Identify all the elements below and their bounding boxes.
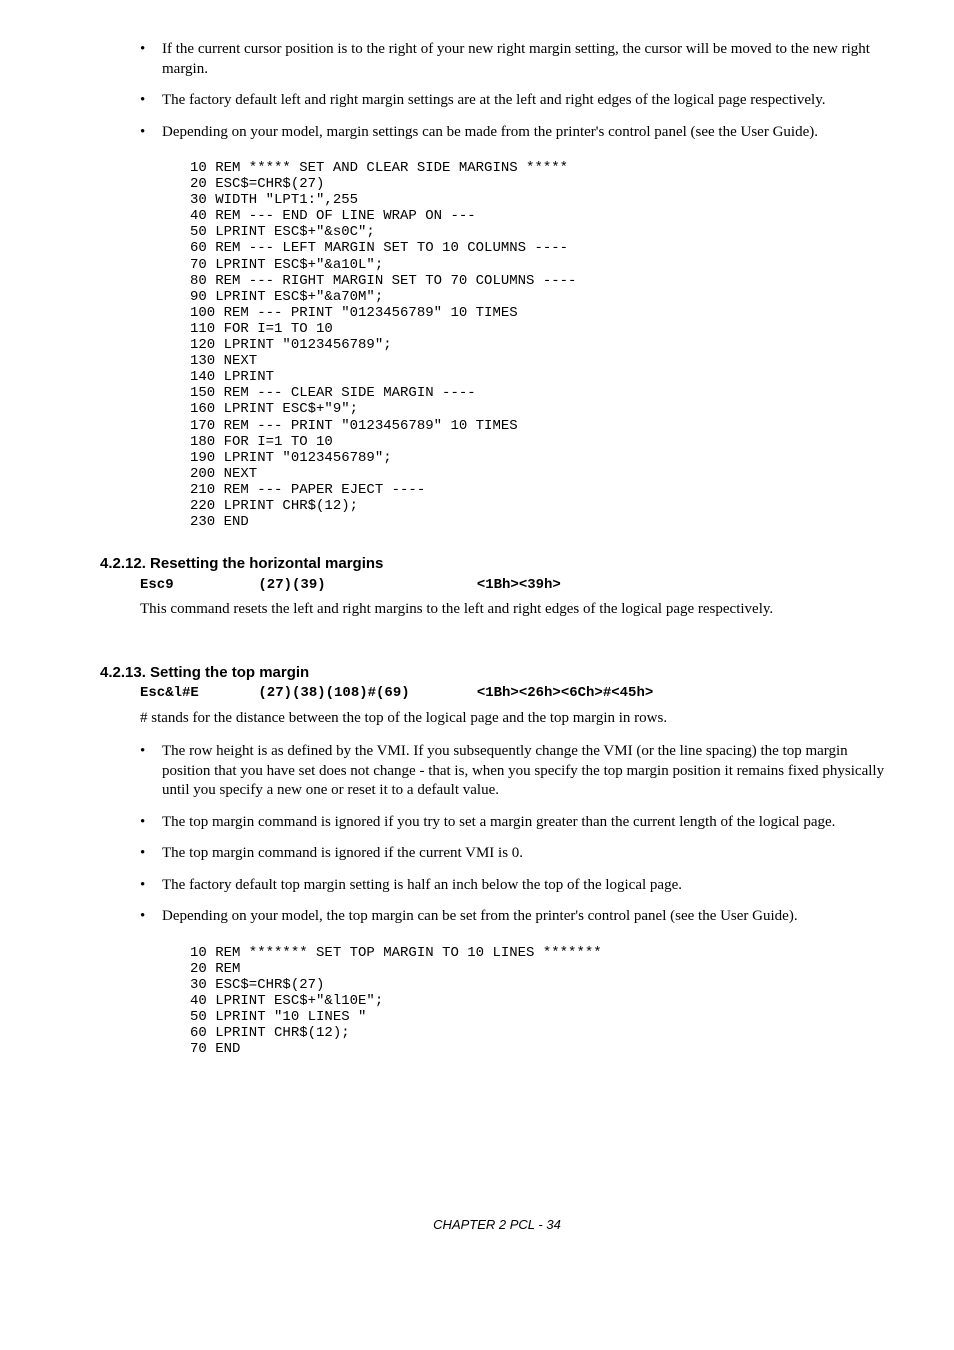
list-item: Depending on your model, the top margin … xyxy=(140,907,894,927)
bullet-text: The row height is as defined by the VMI.… xyxy=(162,743,884,798)
section-heading-reset-margins: 4.2.12. Resetting the horizontal margins xyxy=(100,554,894,574)
bullet-text: Depending on your model, the top margin … xyxy=(162,908,798,924)
bullet-text: The factory default top margin setting i… xyxy=(162,877,682,893)
list-item: The top margin command is ignored if the… xyxy=(140,844,894,864)
bullet-text: The factory default left and right margi… xyxy=(162,92,826,108)
command-definition: Esc&l#E (27)(38)(108)#(69) <1Bh><26h><6C… xyxy=(140,684,894,702)
list-item: The factory default left and right margi… xyxy=(140,91,894,111)
section-body: This command resets the left and right m… xyxy=(140,600,894,620)
command-decimal: (27)(39) xyxy=(258,576,468,594)
section2-bullet-list: The row height is as defined by the VMI.… xyxy=(100,742,894,927)
code-block-top-margin: 10 REM ******* SET TOP MARGIN TO 10 LINE… xyxy=(190,945,894,1058)
list-item: The factory default top margin setting i… xyxy=(140,876,894,896)
list-item: If the current cursor position is to the… xyxy=(140,40,894,79)
bullet-text: The top margin command is ignored if the… xyxy=(162,845,523,861)
bullet-text: If the current cursor position is to the… xyxy=(162,41,870,77)
top-bullet-list: If the current cursor position is to the… xyxy=(100,40,894,142)
command-escape: Esc&l#E xyxy=(140,684,250,702)
page-footer: CHAPTER 2 PCL - 34 xyxy=(100,1217,894,1234)
list-item: The top margin command is ignored if you… xyxy=(140,813,894,833)
command-hex: <1Bh><39h> xyxy=(477,576,561,594)
code-block-margins: 10 REM ***** SET AND CLEAR SIDE MARGINS … xyxy=(190,160,894,530)
command-hex: <1Bh><26h><6Ch>#<45h> xyxy=(477,684,653,702)
section-body: # stands for the distance between the to… xyxy=(140,709,894,729)
command-escape: Esc9 xyxy=(140,576,250,594)
command-definition: Esc9 (27)(39) <1Bh><39h> xyxy=(140,576,894,594)
bullet-text: Depending on your model, margin settings… xyxy=(162,124,818,140)
section-heading-top-margin: 4.2.13. Setting the top margin xyxy=(100,663,894,683)
list-item: The row height is as defined by the VMI.… xyxy=(140,742,894,801)
command-decimal: (27)(38)(108)#(69) xyxy=(258,684,468,702)
list-item: Depending on your model, margin settings… xyxy=(140,123,894,143)
bullet-text: The top margin command is ignored if you… xyxy=(162,814,835,830)
